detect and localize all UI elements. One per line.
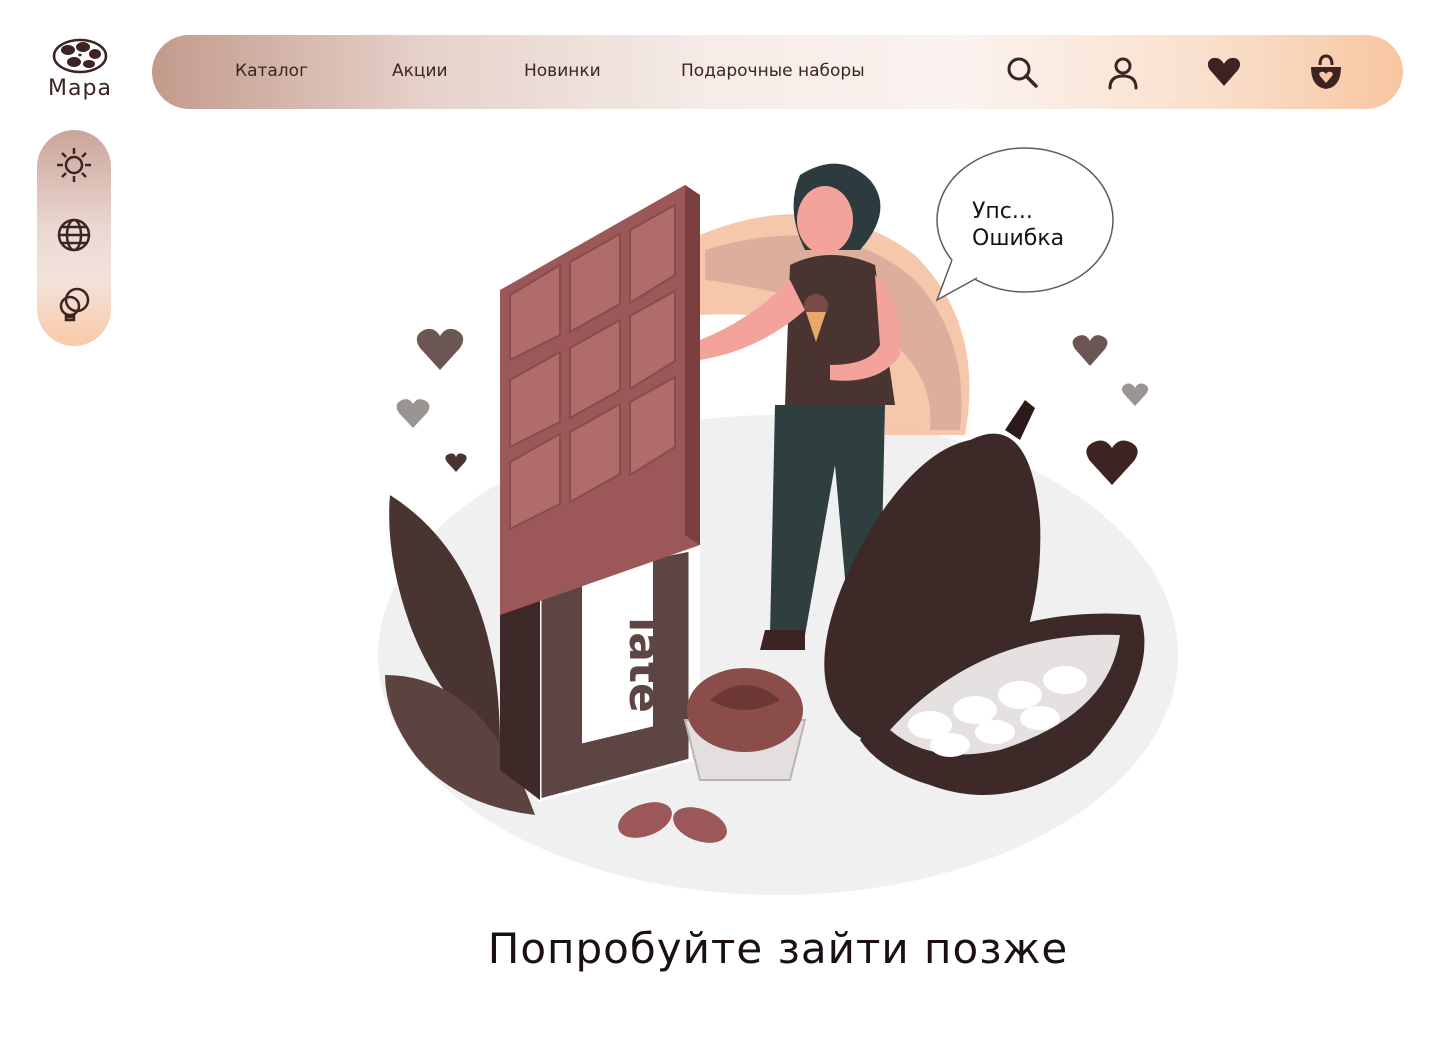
bubble-line-1: Упс...: [972, 199, 1033, 224]
sun-icon[interactable]: [55, 146, 93, 184]
shopping-bag-icon[interactable]: [1307, 53, 1345, 91]
nav-item-catalog[interactable]: Каталог: [235, 61, 308, 81]
nav-item-new[interactable]: Новинки: [524, 61, 601, 81]
bulb-icon[interactable]: [55, 286, 93, 324]
side-toolbar: [37, 130, 111, 346]
heart-icon[interactable]: [1205, 53, 1243, 91]
nav-item-gift-sets[interactable]: Подарочные наборы: [681, 61, 865, 81]
user-icon[interactable]: [1104, 53, 1142, 91]
top-navigation-bar: Каталог Акции Новинки Подарочные наборы: [152, 35, 1403, 109]
brand-name: Мара: [48, 76, 112, 101]
coffee-beans-icon: [52, 38, 108, 74]
error-message: Попробуйте зайти позже: [487, 924, 1069, 973]
globe-icon[interactable]: [55, 216, 93, 254]
logo[interactable]: Мара: [40, 38, 120, 108]
nav-item-promotions[interactable]: Акции: [392, 61, 448, 81]
search-icon[interactable]: [1003, 53, 1041, 91]
error-illustration: late Упс... Ошибка: [370, 140, 1190, 900]
wrapper-text: late: [619, 617, 670, 713]
bubble-line-2: Ошибка: [972, 226, 1064, 251]
